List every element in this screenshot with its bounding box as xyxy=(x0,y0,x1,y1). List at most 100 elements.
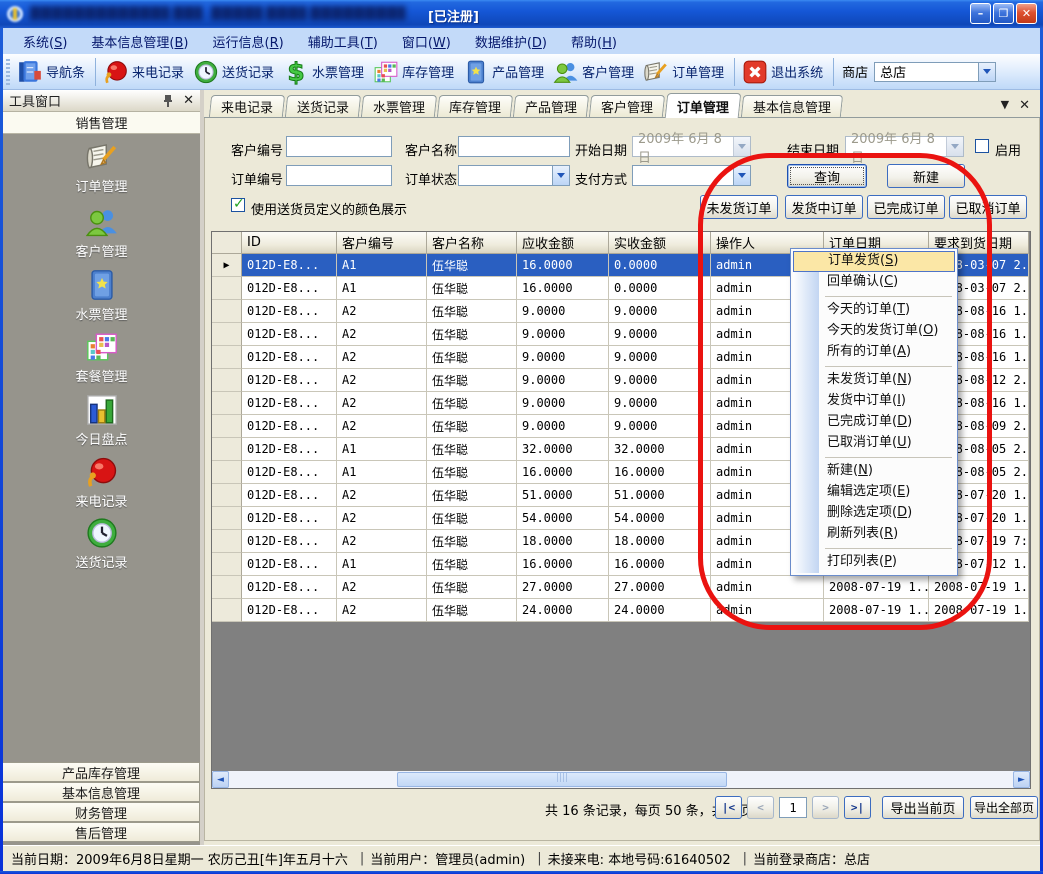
context-menu-item-t[interactable]: 今天的订单(T) xyxy=(793,300,955,321)
query-button[interactable]: 查询 xyxy=(787,164,867,188)
tab-基本信息管理[interactable]: 基本信息管理 xyxy=(741,95,843,117)
sidebar-item-7[interactable]: 送货记录 xyxy=(3,516,200,576)
sidebar-group-2[interactable]: 基本信息管理 xyxy=(3,782,200,802)
context-menu-item-n[interactable]: 未发货订单(N) xyxy=(793,370,955,391)
horizontal-scrollbar[interactable]: ◄ ► xyxy=(212,771,1030,788)
toolbar-button-7[interactable]: 客户管理 xyxy=(550,57,640,87)
last-page-button[interactable]: >| xyxy=(844,796,871,819)
context-menu-item-s[interactable]: 订单发货(S) xyxy=(793,251,955,272)
table-row[interactable]: 012D-E8...A2伍华聪27.000027.0000admin2008-0… xyxy=(212,576,1029,599)
tab-送货记录[interactable]: 送货记录 xyxy=(285,95,361,117)
tab-库存管理[interactable]: 库存管理 xyxy=(437,95,513,117)
status-filter-button-2[interactable]: 发货中订单 xyxy=(785,195,863,219)
column-header-id[interactable]: ID xyxy=(242,232,337,254)
toolbar-button-9[interactable]: 退出系统 xyxy=(739,57,829,87)
sidebar-item-1[interactable]: 订单管理 xyxy=(3,140,200,200)
row-selector-cell[interactable] xyxy=(212,277,242,300)
row-selector-cell[interactable] xyxy=(212,576,242,599)
tool-window-close-icon[interactable]: ✕ xyxy=(183,93,194,108)
menu-item-r[interactable]: 运行信息(R) xyxy=(201,29,296,54)
sidebar-group-3[interactable]: 财务管理 xyxy=(3,802,200,822)
row-selector-cell[interactable] xyxy=(212,300,242,323)
row-selector-cell[interactable] xyxy=(212,323,242,346)
order-status-combo[interactable] xyxy=(458,165,570,186)
close-button[interactable]: ✕ xyxy=(1016,3,1037,24)
sidebar-group-4[interactable]: 售后管理 xyxy=(3,822,200,842)
column-header-customer_no[interactable]: 客户编号 xyxy=(337,232,427,254)
scroll-right-icon[interactable]: ► xyxy=(1013,771,1030,788)
column-header-customer_name[interactable]: 客户名称 xyxy=(427,232,517,254)
toolbar-button-4[interactable]: $水票管理 xyxy=(280,57,370,87)
tab-产品管理[interactable]: 产品管理 xyxy=(513,95,589,117)
context-menu-item-p[interactable]: 打印列表(P) xyxy=(793,552,955,573)
customer-name-input[interactable] xyxy=(458,136,570,157)
menu-item-b[interactable]: 基本信息管理(B) xyxy=(79,29,200,54)
menu-item-t[interactable]: 辅助工具(T) xyxy=(296,29,390,54)
row-selector-cell[interactable] xyxy=(212,507,242,530)
row-selector-cell[interactable] xyxy=(212,484,242,507)
status-filter-button-1[interactable]: 未发货订单 xyxy=(700,195,778,219)
context-menu-item-n[interactable]: 新建(N) xyxy=(793,461,955,482)
context-menu-item-d[interactable]: 已完成订单(D) xyxy=(793,412,955,433)
status-filter-button-3[interactable]: 已完成订单 xyxy=(867,195,945,219)
row-selector-cell[interactable] xyxy=(212,553,242,576)
toolbar-button-8[interactable]: 订单管理 xyxy=(640,57,730,87)
column-header-received[interactable]: 实收金额 xyxy=(609,232,711,254)
sidebar-group-1[interactable]: 产品库存管理 xyxy=(3,762,200,782)
row-selector-cell[interactable] xyxy=(212,530,242,553)
end-date-picker[interactable]: 2009年 6月 8日 xyxy=(845,136,964,157)
next-page-button[interactable]: > xyxy=(812,796,839,819)
toolbar-button-1[interactable]: 导航条 xyxy=(14,57,91,87)
page-number-input[interactable]: 1 xyxy=(779,797,807,818)
toolbar-button-6[interactable]: 产品管理 xyxy=(460,57,550,87)
context-menu-item-o[interactable]: 今天的发货订单(O) xyxy=(793,321,955,342)
start-date-picker[interactable]: 2009年 6月 8日 xyxy=(632,136,751,157)
order-no-input[interactable] xyxy=(286,165,392,186)
context-menu-item-r[interactable]: 刷新列表(R) xyxy=(793,524,955,545)
row-selector-cell[interactable] xyxy=(212,461,242,484)
toolbar-button-5[interactable]: 库存管理 xyxy=(370,57,460,87)
context-menu-item-e[interactable]: 编辑选定项(E) xyxy=(793,482,955,503)
row-selector-cell[interactable] xyxy=(212,599,242,622)
chevron-down-icon[interactable] xyxy=(978,63,995,81)
tab-水票管理[interactable]: 水票管理 xyxy=(361,95,437,117)
first-page-button[interactable]: |< xyxy=(715,796,742,819)
scrollbar-thumb[interactable] xyxy=(397,772,727,787)
store-select[interactable]: 总店 xyxy=(874,62,996,82)
toolbar-button-3[interactable]: 送货记录 xyxy=(190,57,280,87)
sidebar-item-4[interactable]: 套餐管理 xyxy=(3,330,200,390)
maximize-button[interactable]: ❐ xyxy=(993,3,1014,24)
toolbar-button-2[interactable]: 来电记录 xyxy=(100,57,190,87)
menu-item-d[interactable]: 数据维护(D) xyxy=(463,29,559,54)
menu-item-h[interactable]: 帮助(H) xyxy=(559,29,629,54)
pay-method-combo[interactable] xyxy=(632,165,751,186)
sidebar-group-sales[interactable]: 销售管理 xyxy=(3,112,200,134)
sidebar-item-5[interactable]: 今日盘点 xyxy=(3,393,200,453)
context-menu-item-u[interactable]: 已取消订单(U) xyxy=(793,433,955,454)
row-selector-cell[interactable] xyxy=(212,346,242,369)
tab-list-dropdown-icon[interactable]: ▼ xyxy=(1001,98,1009,113)
row-selector-cell[interactable] xyxy=(212,415,242,438)
context-menu-item-c[interactable]: 回单确认(C) xyxy=(793,272,955,293)
context-menu-item-d[interactable]: 删除选定项(D) xyxy=(793,503,955,524)
context-menu-item-a[interactable]: 所有的订单(A) xyxy=(793,342,955,363)
menu-item-s[interactable]: 系统(S) xyxy=(11,29,79,54)
row-selector-cell[interactable] xyxy=(212,392,242,415)
export-all-pages-button[interactable]: 导出全部页 xyxy=(970,796,1038,819)
prev-page-button[interactable]: < xyxy=(747,796,774,819)
tab-客户管理[interactable]: 客户管理 xyxy=(589,95,665,117)
minimize-button[interactable]: – xyxy=(970,3,991,24)
menu-item-w[interactable]: 窗口(W) xyxy=(390,29,463,54)
tab-来电记录[interactable]: 来电记录 xyxy=(209,95,285,117)
tab-close-icon[interactable]: ✕ xyxy=(1019,98,1030,113)
table-row[interactable]: 012D-E8...A2伍华聪24.000024.0000admin2008-0… xyxy=(212,599,1029,622)
row-selector-cell[interactable] xyxy=(212,438,242,461)
sidebar-item-6[interactable]: 来电记录 xyxy=(3,455,200,515)
row-selector-cell[interactable] xyxy=(212,369,242,392)
new-button[interactable]: 新建 xyxy=(887,164,965,188)
sidebar-item-2[interactable]: 客户管理 xyxy=(3,205,200,265)
enable-checkbox[interactable] xyxy=(975,139,989,153)
sidebar-item-3[interactable]: 水票管理 xyxy=(3,268,200,328)
scroll-left-icon[interactable]: ◄ xyxy=(212,771,229,788)
row-selector-cell[interactable]: ▶ xyxy=(212,254,242,277)
